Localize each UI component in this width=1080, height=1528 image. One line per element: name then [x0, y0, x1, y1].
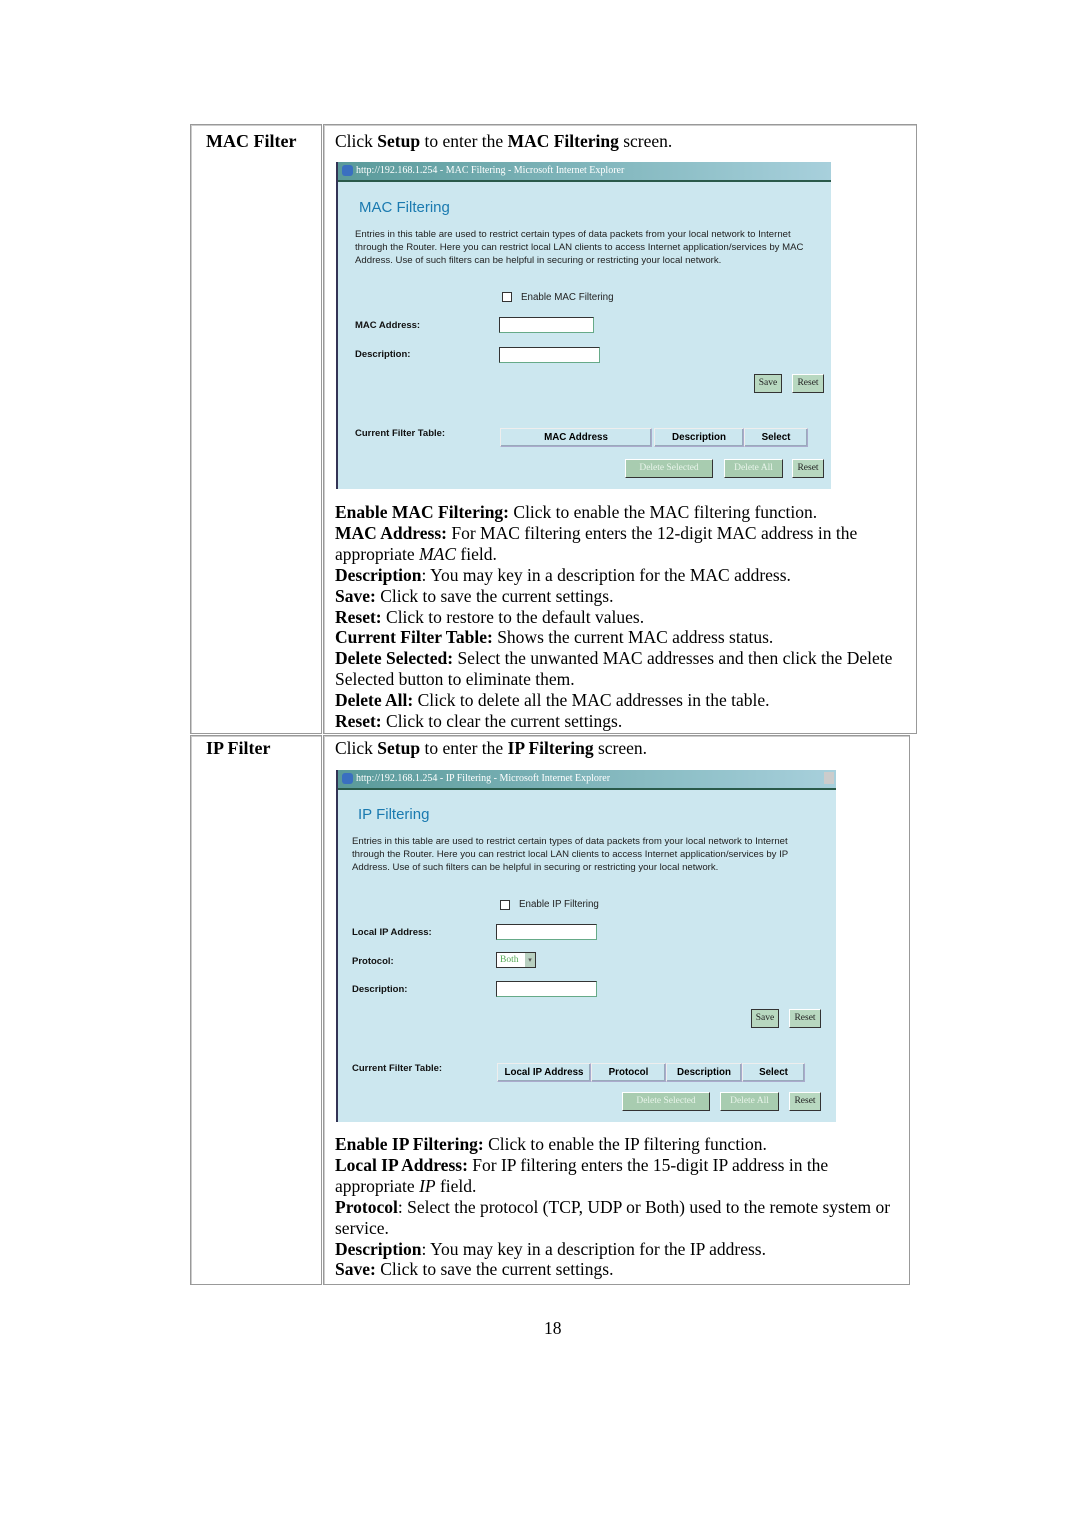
column-local-ip-address: Local IP Address — [497, 1063, 591, 1082]
note: Enable IP Filtering: Click to enable the… — [335, 1134, 767, 1154]
reset-button[interactable]: Reset — [792, 374, 824, 393]
note: Reset: Click to restore to the default v… — [335, 606, 645, 627]
table-reset-button[interactable]: Reset — [792, 459, 824, 478]
note: Reset: Click to clear the current settin… — [335, 711, 623, 732]
note: Save: Click to save the current settings… — [335, 1259, 614, 1280]
manual-page: MAC Filter Click Setup to enter the MAC … — [0, 0, 1080, 1528]
window-title-bar: http://192.168.1.254 - IP Filtering - Mi… — [338, 770, 836, 790]
window-title-bar: http://192.168.1.254 - MAC Filtering - M… — [338, 162, 831, 182]
column-description: Description — [666, 1063, 742, 1082]
note: Delete All: Click to delete all the MAC … — [335, 690, 770, 711]
minimize-button[interactable] — [824, 772, 834, 784]
note: Delete Selected: Select the unwanted MAC… — [335, 648, 893, 690]
ip-intro: Click Setup to enter the IP Filtering sc… — [335, 738, 648, 758]
protocol-value: Both — [500, 955, 519, 965]
save-button[interactable]: Save — [751, 1009, 779, 1028]
description-input[interactable] — [499, 347, 600, 363]
protocol-label: Protocol: — [352, 956, 394, 967]
enable-mac-filtering-checkbox[interactable] — [502, 292, 512, 302]
note: Current Filter Table: Shows the current … — [335, 627, 774, 648]
column-protocol: Protocol — [591, 1063, 666, 1082]
note: Local IP Address: For IP filtering enter… — [335, 1154, 829, 1196]
enable-ip-filtering-label: Enable IP Filtering — [519, 899, 599, 910]
mac-notes: Enable MAC Filtering: Click to enable th… — [335, 502, 895, 732]
mac-filtering-screenshot: http://192.168.1.254 - MAC Filtering - M… — [336, 162, 831, 489]
delete-all-button[interactable]: Delete All — [720, 1092, 779, 1111]
mac-label-cell — [190, 124, 322, 734]
column-mac-address: MAC Address — [500, 428, 652, 447]
window-title: http://192.168.1.254 - MAC Filtering - M… — [356, 165, 625, 176]
mac-address-input[interactable] — [499, 317, 594, 333]
description-label: Description: — [352, 984, 408, 995]
save-button[interactable]: Save — [754, 374, 782, 393]
note: Protocol: Select the protocol (TCP, UDP … — [335, 1196, 891, 1238]
column-select: Select — [742, 1063, 805, 1082]
ip-filtering-screenshot: http://192.168.1.254 - IP Filtering - Mi… — [336, 770, 836, 1122]
ie-icon — [342, 773, 353, 784]
screen-description: Entries in this table are used to restri… — [355, 229, 804, 266]
mac-filter-label: MAC Filter — [206, 131, 297, 151]
screen-heading: IP Filtering — [358, 806, 430, 823]
ip-notes: Enable IP Filtering: Click to enable the… — [335, 1134, 900, 1280]
column-description: Description — [654, 428, 744, 447]
note: Save: Click to save the current settings… — [335, 585, 614, 606]
note: MAC Address: For MAC filtering enters th… — [335, 522, 858, 564]
note: Enable MAC Filtering: Click to enable th… — [335, 502, 818, 522]
screen-heading: MAC Filtering — [359, 199, 450, 216]
ip-filter-label: IP Filter — [206, 738, 271, 758]
description-input[interactable] — [496, 981, 597, 997]
description-label: Description: — [355, 349, 411, 360]
window-title: http://192.168.1.254 - IP Filtering - Mi… — [356, 773, 611, 784]
screen-description: Entries in this table are used to restri… — [352, 836, 789, 873]
mac-intro: Click Setup to enter the MAC Filtering s… — [335, 131, 673, 151]
column-select: Select — [744, 428, 808, 447]
table-reset-button[interactable]: Reset — [789, 1092, 821, 1111]
local-ip-address-label: Local IP Address: — [352, 927, 432, 938]
current-filter-table-label: Current Filter Table: — [352, 1063, 443, 1074]
enable-ip-filtering-checkbox[interactable] — [500, 900, 510, 910]
mac-address-label: MAC Address: — [355, 320, 421, 331]
note: Description: You may key in a descriptio… — [335, 564, 791, 585]
chevron-down-icon[interactable]: ▾ — [525, 953, 535, 967]
current-filter-table-label: Current Filter Table: — [355, 428, 446, 439]
delete-selected-button[interactable]: Delete Selected — [625, 459, 713, 478]
ip-label-cell — [190, 735, 322, 1285]
note: Description: You may key in a descriptio… — [335, 1238, 766, 1259]
delete-selected-button[interactable]: Delete Selected — [622, 1092, 710, 1111]
delete-all-button[interactable]: Delete All — [724, 459, 783, 478]
enable-mac-filtering-label: Enable MAC Filtering — [521, 292, 614, 303]
page-number: 18 — [544, 1318, 562, 1338]
reset-button[interactable]: Reset — [789, 1009, 821, 1028]
ie-icon — [342, 165, 353, 176]
protocol-select[interactable]: Both ▾ — [496, 952, 536, 968]
local-ip-address-input[interactable] — [496, 924, 597, 940]
